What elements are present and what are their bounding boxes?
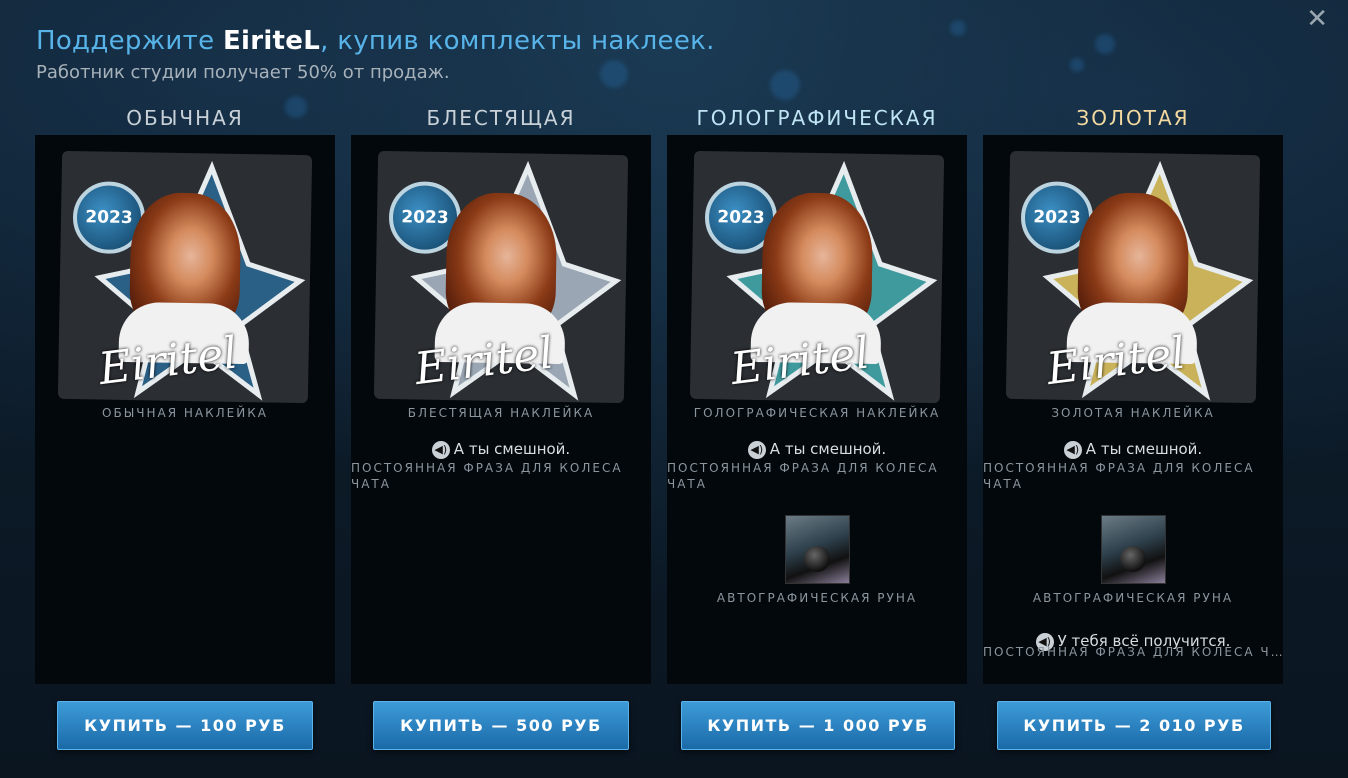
sticker-label: ОБЫЧНАЯ НАКЛЕЙКА <box>102 406 268 420</box>
buy-button-gold[interactable]: КУПИТЬ — 2 010 РУБ <box>997 701 1271 750</box>
tier-header-normal: ОБЫЧНАЯ <box>126 106 244 130</box>
page-subtitle: Работник студии получает 50% от продаж. <box>36 62 450 83</box>
bokeh-light <box>1095 34 1115 54</box>
autograph-rune-label: АВТОГРАФИЧЕСКАЯ РУНА <box>1032 591 1234 605</box>
title-prefix: Поддержите <box>36 26 223 56</box>
autograph-rune-image <box>1101 515 1166 584</box>
title-suffix: , купив комплекты наклеек. <box>320 26 715 56</box>
title-name: EiriteL <box>222 26 321 56</box>
chat-phrase-description: ПОСТОЯННАЯ ФРАЗА ДЛЯ КОЛЕСА ЧАТА <box>351 461 623 491</box>
bokeh-light <box>770 70 800 100</box>
bokeh-light <box>1070 58 1084 72</box>
inkwell-icon <box>804 546 830 572</box>
sticker-image: 2023 Eiritel <box>689 150 945 404</box>
tier-header-holographic: ГОЛОГРАФИЧЕСКАЯ <box>696 106 938 130</box>
buy-button-normal[interactable]: КУПИТЬ — 100 РУБ <box>57 701 313 750</box>
chat-phrase-text: А ты смешной. <box>769 440 887 458</box>
tier-card-holographic: 2023 Eiritel ГОЛОГРАФИЧЕСКАЯ НАКЛЕЙКА ◀)… <box>667 135 967 684</box>
chat-phrase-text: А ты смешной. <box>453 440 571 458</box>
sticker-label: ГОЛОГРАФИЧЕСКАЯ НАКЛЕЙКА <box>693 406 941 420</box>
sticker-image: 2023 Eiritel <box>1005 150 1261 404</box>
speaker-icon[interactable]: ◀) <box>431 440 450 459</box>
tier-card-normal: 2023 Eiritel ОБЫЧНАЯ НАКЛЕЙКА <box>35 135 335 684</box>
chat-phrase-2-description: ПОСТОЯННАЯ ФРАЗА ДЛЯ КОЛЕСА Ч… <box>983 645 1283 659</box>
chat-phrase-description: ПОСТОЯННАЯ ФРАЗА ДЛЯ КОЛЕСА ЧАТА <box>667 461 939 491</box>
speaker-icon[interactable]: ◀) <box>1063 440 1082 459</box>
sticker-label: ЗОЛОТАЯ НАКЛЕЙКА <box>1051 406 1215 420</box>
page-title: Поддержите EiriteL, купив комплекты накл… <box>36 26 715 56</box>
chat-phrase[interactable]: ◀) А ты смешной. <box>351 440 651 459</box>
tier-card-shiny: 2023 Eiritel БЛЕСТЯЩАЯ НАКЛЕЙКА ◀) А ты с… <box>351 135 651 684</box>
sticker-image: 2023 Eiritel <box>57 150 313 404</box>
speaker-icon[interactable]: ◀) <box>747 440 766 459</box>
chat-phrase-description: ПОСТОЯННАЯ ФРАЗА ДЛЯ КОЛЕСА ЧАТА <box>983 461 1255 491</box>
bokeh-light <box>950 20 966 36</box>
page-header: Поддержите EiriteL, купив комплекты накл… <box>36 26 715 83</box>
tier-header-shiny: БЛЕСТЯЩАЯ <box>426 106 576 130</box>
chat-phrase[interactable]: ◀) А ты смешной. <box>667 440 967 459</box>
inkwell-icon <box>1120 546 1146 572</box>
sticker-label: БЛЕСТЯЩАЯ НАКЛЕЙКА <box>407 406 595 420</box>
tier-header-gold: ЗОЛОТАЯ <box>1076 106 1190 130</box>
chat-phrase-text: А ты смешной. <box>1085 440 1203 458</box>
buy-button-shiny[interactable]: КУПИТЬ — 500 РУБ <box>373 701 629 750</box>
sticker-image: 2023 Eiritel <box>373 150 629 404</box>
buy-button-holographic[interactable]: КУПИТЬ — 1 000 РУБ <box>681 701 955 750</box>
autograph-rune-image <box>785 515 850 584</box>
tier-card-gold: 2023 Eiritel ЗОЛОТАЯ НАКЛЕЙКА ◀) А ты сме… <box>983 135 1283 684</box>
close-icon[interactable]: ✕ <box>1306 6 1328 32</box>
chat-phrase[interactable]: ◀) А ты смешной. <box>983 440 1283 459</box>
autograph-rune-label: АВТОГРАФИЧЕСКАЯ РУНА <box>716 591 918 605</box>
